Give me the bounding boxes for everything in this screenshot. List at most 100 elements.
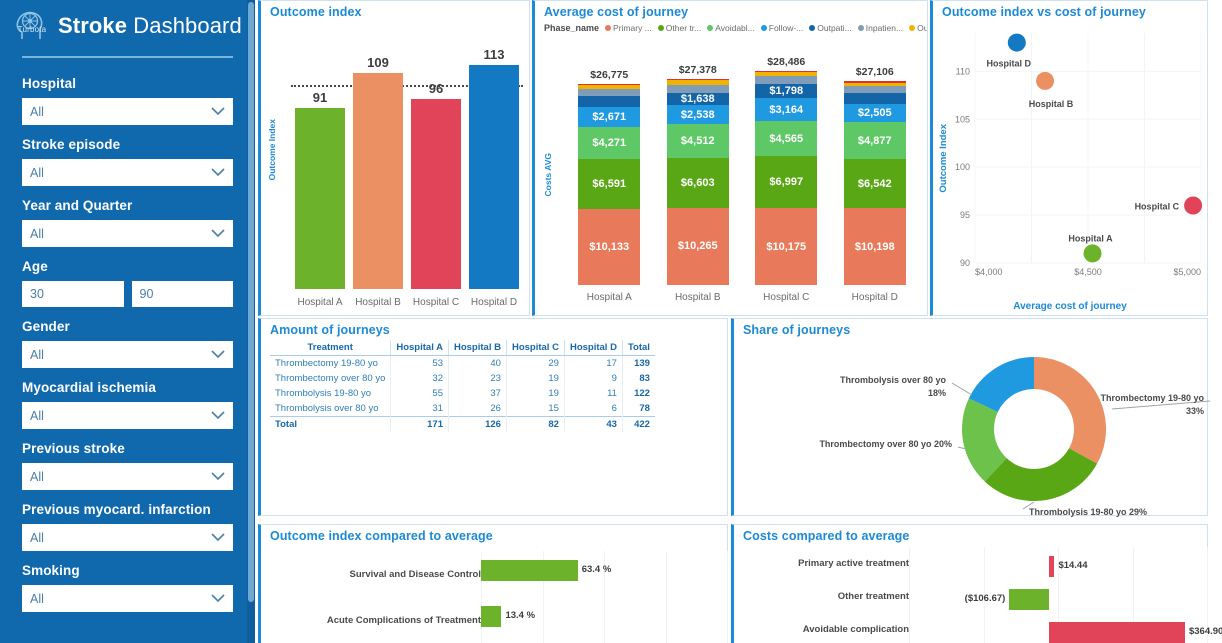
table-row[interactable]: Thrombectomy over 80 yo 32 23 19 9 83 bbox=[270, 371, 655, 386]
filter-select-stroke-episode[interactable]: All bbox=[22, 159, 233, 186]
stack-segment[interactable]: $4,565 bbox=[755, 121, 818, 156]
bar[interactable] bbox=[353, 72, 403, 289]
bar-category-label: Avoidable complication bbox=[802, 624, 909, 635]
donut-slice-label: Thrombectomy 19-80 yo bbox=[1100, 393, 1204, 403]
table-column-header[interactable]: Treatment bbox=[270, 340, 391, 356]
grid-line bbox=[983, 547, 985, 580]
scatter-point[interactable] bbox=[1007, 33, 1026, 52]
table-column-header[interactable]: Total bbox=[621, 340, 655, 356]
filter-select-gender[interactable]: All bbox=[22, 341, 233, 368]
legend-item[interactable]: Avoidabl... bbox=[707, 23, 755, 33]
horizontal-bar-row[interactable]: Primary active treatment $14.44 bbox=[734, 547, 1208, 580]
table-column-header[interactable]: Hospital A bbox=[390, 340, 449, 356]
stack-segment[interactable]: $10,265 bbox=[666, 207, 729, 285]
brand-header: Turbota Stroke Dashboard bbox=[0, 0, 255, 52]
stack-segment[interactable]: $6,997 bbox=[755, 155, 818, 209]
horizontal-bar-row[interactable]: Acute Complications of Treatment 13.4 % bbox=[261, 597, 728, 643]
stacked-bar-column[interactable]: $28,486 $1,798 $3,164 $4,565 $6,997 $10,175 bbox=[755, 56, 818, 285]
table-cell-value: 55 bbox=[390, 386, 449, 401]
panel-outcome-vs-average: Outcome index compared to average Surviv… bbox=[258, 524, 728, 643]
bar[interactable] bbox=[1049, 556, 1055, 577]
filter-select-smoking[interactable]: All bbox=[22, 585, 233, 612]
table-row[interactable]: Thrombolysis over 80 yo 31 26 15 6 78 bbox=[270, 401, 655, 417]
scatter-point[interactable] bbox=[1083, 244, 1102, 263]
dashboard-canvas: Outcome index Outcome Index 91 109 96 113 H… bbox=[255, 0, 1222, 643]
horizontal-bar-row[interactable]: Survival and Disease Control 63.4 % bbox=[261, 551, 728, 597]
stack-segment[interactable]: $6,603 bbox=[666, 158, 729, 208]
sidebar-scrollbar[interactable] bbox=[247, 0, 255, 643]
legend-item[interactable]: Outpati... bbox=[809, 23, 852, 33]
horizontal-bar-row[interactable]: Other treatment ($106.67) bbox=[734, 580, 1208, 613]
stack-segment[interactable] bbox=[578, 96, 641, 107]
stack-total-label: $27,106 bbox=[855, 66, 894, 79]
bar[interactable] bbox=[481, 560, 578, 581]
sidebar-scrollbar-thumb[interactable] bbox=[248, 2, 254, 602]
stack-segment[interactable]: $10,175 bbox=[755, 208, 818, 285]
stack-segment[interactable] bbox=[666, 84, 729, 93]
horizontal-bar-row[interactable]: Avoidable complication $364.90 bbox=[734, 613, 1222, 643]
filter-select-myocardial-ischemia[interactable]: All bbox=[22, 402, 233, 429]
legend-item[interactable]: Outpati... bbox=[909, 23, 927, 33]
stacked-bar-column[interactable]: $26,775 $2,671 $4,271 $6,591 $10,133 bbox=[578, 59, 641, 285]
scatter-point[interactable] bbox=[1036, 71, 1055, 90]
donut-slice[interactable] bbox=[1034, 357, 1106, 464]
filter-select-previous-myocard-infarction[interactable]: All bbox=[22, 524, 233, 551]
bar[interactable] bbox=[1049, 622, 1185, 643]
bar-column[interactable]: 109 bbox=[353, 41, 403, 289]
legend-label: Avoidabl... bbox=[715, 22, 755, 33]
legend-item[interactable]: Follow-... bbox=[760, 23, 803, 33]
age-max-input[interactable]: 90 bbox=[131, 281, 233, 307]
stack-segment[interactable]: $4,512 bbox=[666, 124, 729, 159]
stack-segment[interactable] bbox=[843, 86, 906, 93]
stack-segment[interactable]: $2,671 bbox=[578, 106, 641, 128]
x-axis-label: Hospital C bbox=[412, 297, 460, 308]
bar-column[interactable]: 96 bbox=[411, 41, 461, 289]
table-column-header[interactable]: Hospital D bbox=[563, 340, 623, 356]
stack-segment[interactable]: $4,271 bbox=[578, 127, 641, 160]
stacked-bar-column[interactable]: $27,106 $2,505 $4,877 $6,542 $10,198 bbox=[843, 59, 906, 285]
stack-segment[interactable]: $1,638 bbox=[666, 92, 729, 106]
x-axis-label: Hospital A bbox=[586, 292, 632, 303]
stack-segment[interactable]: $6,542 bbox=[843, 159, 906, 209]
bar-column[interactable]: 91 bbox=[295, 41, 345, 289]
bar[interactable] bbox=[1009, 589, 1050, 610]
stack-segment[interactable]: $1,798 bbox=[755, 84, 818, 98]
stack-segment[interactable]: $3,164 bbox=[755, 97, 818, 122]
filter-select-previous-stroke[interactable]: All bbox=[22, 463, 233, 490]
bar-column[interactable]: 113 bbox=[469, 41, 519, 289]
stack-segment[interactable] bbox=[578, 89, 641, 97]
stack-segment[interactable]: $2,538 bbox=[666, 105, 729, 125]
table-column-header[interactable]: Hospital C bbox=[505, 340, 565, 356]
stacked-bar-column[interactable]: $27,378 $1,638 $2,538 $4,512 $6,603 $10,265 bbox=[666, 59, 729, 285]
filter-label-year-quarter: Year and Quarter bbox=[22, 198, 133, 213]
bar[interactable] bbox=[411, 98, 461, 289]
bar[interactable] bbox=[469, 64, 519, 289]
stack-segment[interactable] bbox=[755, 75, 818, 85]
filter-select-hospital[interactable]: All bbox=[22, 98, 233, 125]
filter-select-year-quarter[interactable]: All bbox=[22, 220, 233, 247]
age-range-group: 30 90 bbox=[22, 281, 233, 307]
segment-value-label: $2,505 bbox=[857, 106, 892, 119]
table-column-header[interactable]: Hospital B bbox=[447, 340, 507, 356]
stack-segment[interactable] bbox=[843, 92, 906, 104]
grid-line bbox=[1207, 580, 1208, 613]
legend-item[interactable]: Primary ... bbox=[605, 23, 652, 33]
stack-segment[interactable]: $4,877 bbox=[843, 122, 906, 160]
scatter-point[interactable] bbox=[1184, 196, 1203, 215]
legend-item[interactable]: Other tr... bbox=[657, 23, 701, 33]
grid-line bbox=[665, 551, 667, 597]
bar[interactable] bbox=[295, 108, 345, 289]
stack-segment[interactable]: $2,505 bbox=[843, 103, 906, 123]
legend-item[interactable]: Inpatien... bbox=[857, 23, 903, 33]
age-min-input[interactable]: 30 bbox=[22, 281, 124, 307]
chevron-down-icon bbox=[211, 229, 225, 238]
stack-segment[interactable]: $6,591 bbox=[578, 159, 641, 209]
table-row[interactable]: Thrombolysis 19-80 yo 55 37 19 11 122 bbox=[270, 386, 655, 401]
stack-segment[interactable]: $10,198 bbox=[843, 208, 906, 285]
table-row[interactable]: Thrombectomy 19-80 yo 53 40 29 17 139 bbox=[270, 355, 655, 371]
bar[interactable] bbox=[481, 606, 502, 627]
x-axis-label: Hospital C bbox=[763, 292, 810, 303]
stack-segment[interactable]: $10,133 bbox=[578, 208, 641, 285]
page-title: Stroke Dashboard bbox=[58, 13, 242, 39]
x-axis-label: Hospital B bbox=[355, 297, 401, 308]
